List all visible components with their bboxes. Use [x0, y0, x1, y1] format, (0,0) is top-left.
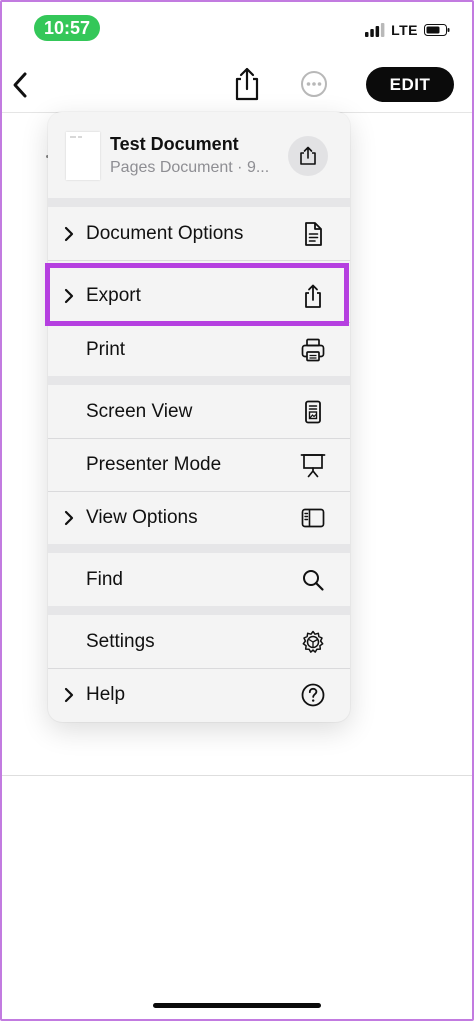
menu-item-label: View Options — [86, 507, 198, 528]
sidebar-icon — [301, 508, 325, 528]
export-highlight-box — [45, 263, 349, 326]
menu-item-document-options[interactable]: Document Options — [48, 208, 350, 260]
document-title: Test Document — [110, 134, 239, 154]
chevron-right-icon — [64, 687, 74, 703]
menu-item-screen-view[interactable]: Screen View — [48, 386, 350, 438]
printer-icon — [301, 338, 325, 362]
chevron-right-icon — [64, 226, 74, 242]
document-share-button[interactable] — [288, 136, 328, 176]
share-icon[interactable] — [232, 66, 262, 102]
menu-section-separator — [48, 544, 350, 553]
status-icons: LTE — [365, 22, 450, 38]
menu-document-header: Test Document Pages Document · 9... — [48, 112, 350, 198]
document-subtitle: Pages Document · 9... — [110, 159, 270, 176]
menu-item-print[interactable]: Print — [48, 324, 350, 376]
menu-item-settings[interactable]: Settings — [48, 616, 350, 668]
menu-item-label: Print — [86, 339, 126, 360]
menu-item-label: Settings — [86, 631, 155, 652]
menu-section-separator — [48, 606, 350, 615]
share-icon — [300, 146, 316, 165]
more-options-menu: Test Document Pages Document · 9... Docu… — [48, 112, 350, 722]
menu-item-view-options[interactable]: View Options — [48, 492, 350, 544]
menu-section-separator — [48, 376, 350, 385]
menu-item-label: Document Options — [86, 223, 244, 244]
screen-view-icon — [305, 400, 321, 424]
menu-item-help[interactable]: Help — [48, 669, 350, 721]
battery-icon — [424, 24, 450, 36]
magnifier-icon — [303, 570, 324, 591]
menu-item-label: Screen View — [86, 401, 193, 422]
menu-divider — [48, 260, 350, 261]
status-time: 10:57 — [34, 15, 100, 41]
chevron-right-icon — [64, 510, 74, 526]
menu-item-presenter-mode[interactable]: Presenter Mode — [48, 439, 350, 491]
network-type: LTE — [391, 22, 418, 38]
menu-item-label: Presenter Mode — [86, 454, 222, 475]
back-chevron-icon[interactable] — [10, 70, 30, 100]
menu-item-find[interactable]: Find — [48, 554, 350, 606]
edit-button[interactable]: EDIT — [366, 67, 454, 102]
signal-icon — [365, 23, 385, 37]
more-options-icon[interactable] — [300, 70, 328, 98]
menu-item-label: Help — [86, 684, 126, 705]
gear-icon — [302, 630, 324, 653]
question-icon — [301, 683, 325, 707]
home-indicator — [153, 1003, 321, 1008]
menu-item-label: Find — [86, 569, 123, 590]
presenter-icon — [300, 454, 326, 478]
document-thumbnail — [66, 132, 100, 180]
document-icon — [305, 222, 322, 246]
menu-section-separator — [48, 198, 350, 207]
